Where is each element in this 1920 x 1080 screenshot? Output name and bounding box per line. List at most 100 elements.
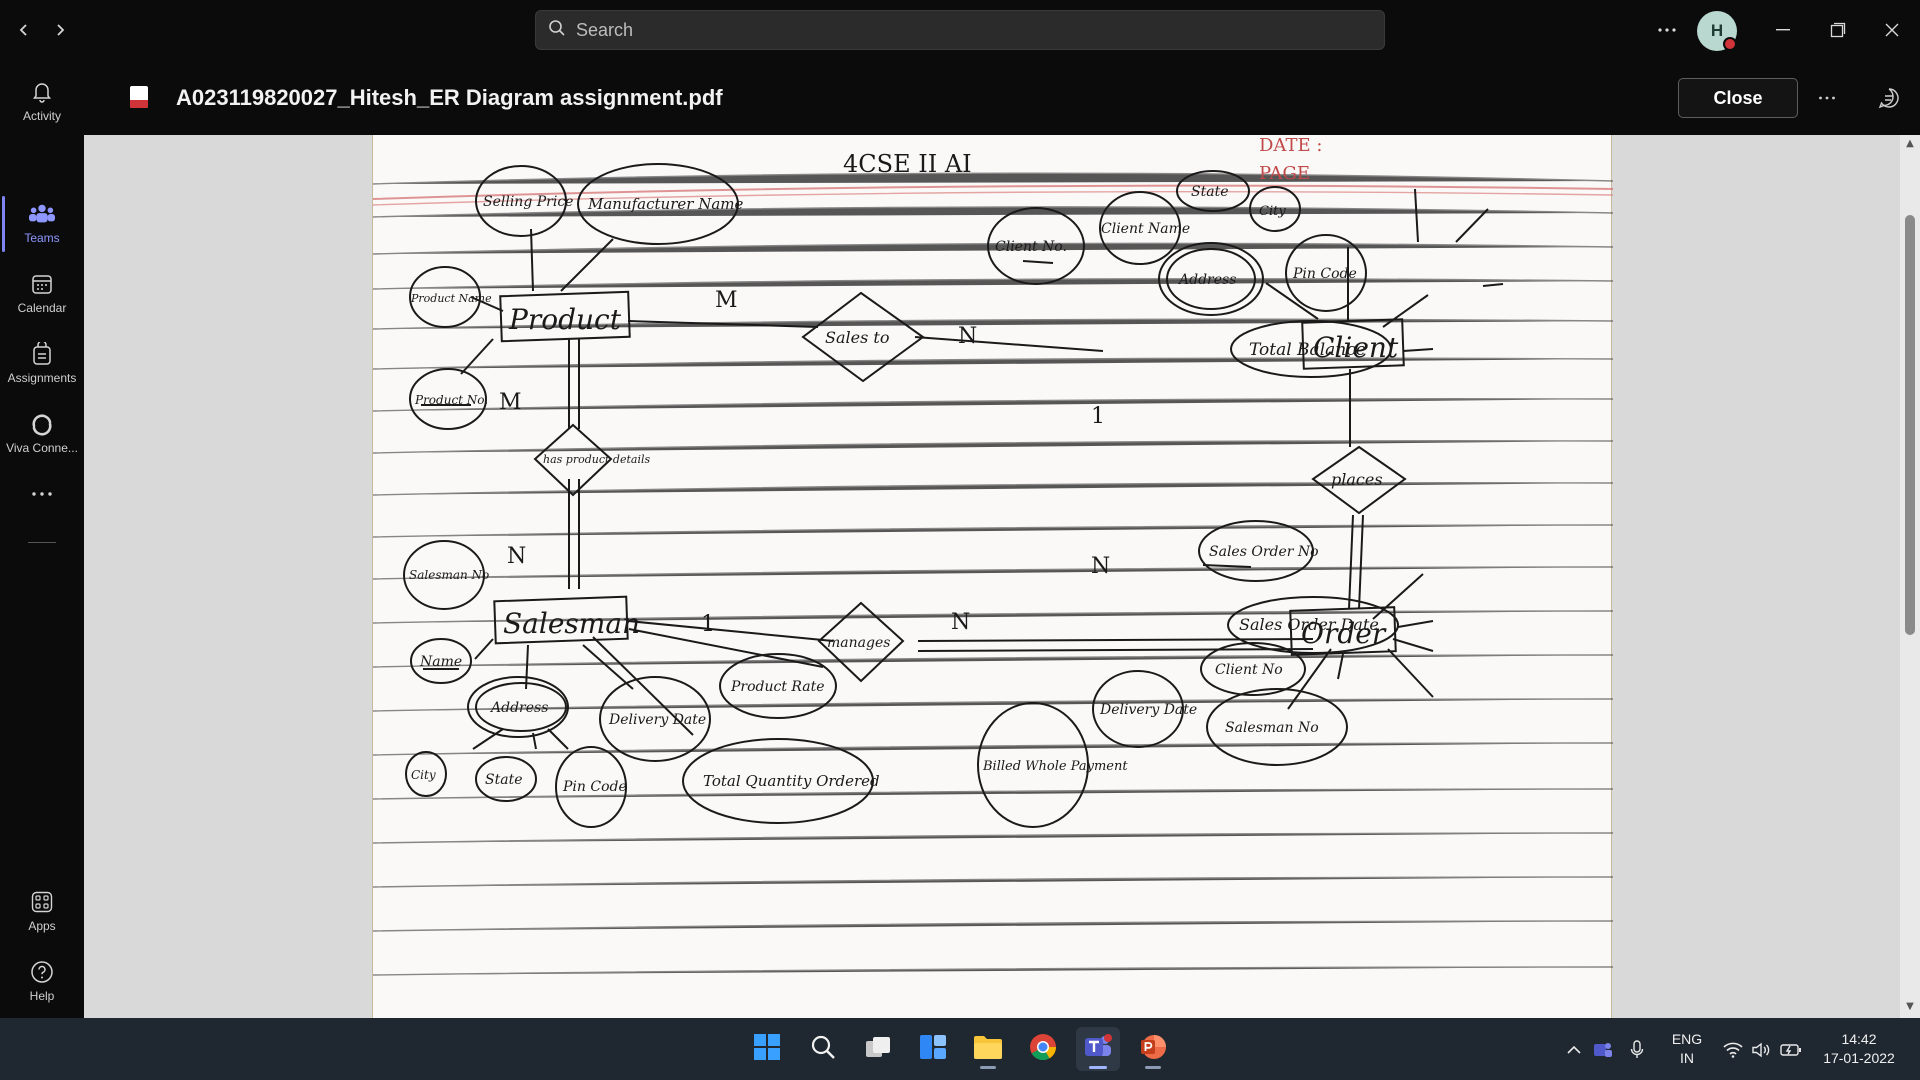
rail-item-calendar[interactable]: Calendar bbox=[0, 260, 84, 326]
cardinality-label: M bbox=[499, 390, 522, 415]
time-label: 14:42 bbox=[1841, 1031, 1877, 1047]
clock[interactable]: 14:42 17-01-2022 bbox=[1818, 1030, 1900, 1068]
search-icon bbox=[548, 19, 566, 41]
attribute-label: Salesman No bbox=[1225, 720, 1319, 736]
page-label: PAGE bbox=[1259, 163, 1310, 184]
attribute-label: Client No. bbox=[995, 239, 1067, 255]
date-label: DATE : bbox=[1259, 135, 1322, 156]
cardinality-label: M bbox=[715, 288, 738, 313]
er-diagram: 4CSE II AI DATE : PAGE Product Client Sa… bbox=[372, 135, 1614, 976]
rail-item-label: Apps bbox=[28, 919, 56, 933]
attribute-label: Delivery Date bbox=[1099, 702, 1197, 718]
file-explorer-button[interactable] bbox=[966, 1027, 1010, 1071]
attribute-label: Address bbox=[489, 700, 548, 716]
attribute-label: Total Balance bbox=[1249, 340, 1366, 360]
pdf-file-icon bbox=[130, 86, 148, 108]
minimize-icon[interactable] bbox=[1763, 12, 1803, 48]
search-bar[interactable]: Search bbox=[535, 10, 1385, 50]
back-arrow-icon[interactable] bbox=[8, 14, 40, 46]
windows-logo-icon bbox=[753, 1033, 781, 1065]
app-rail: Activity Teams Calendar Assignments Viva… bbox=[0, 60, 84, 1018]
widgets-button[interactable] bbox=[911, 1027, 955, 1071]
attribute-label: Pin Code bbox=[1292, 266, 1357, 282]
attribute-label: State bbox=[1191, 184, 1228, 200]
windows-taskbar: ENG IN 14:42 17-01-2022 bbox=[0, 1018, 1920, 1080]
viva-icon bbox=[29, 411, 55, 437]
folder-icon bbox=[973, 1034, 1003, 1064]
relationship-label: places bbox=[1331, 470, 1383, 489]
cardinality-label: N bbox=[507, 544, 526, 569]
teams-taskbar-button[interactable] bbox=[1076, 1027, 1120, 1071]
chat-icon[interactable] bbox=[1873, 82, 1905, 114]
task-view-button[interactable] bbox=[856, 1027, 900, 1071]
attribute-label: State bbox=[485, 772, 522, 788]
relationship-label: has product details bbox=[543, 453, 650, 466]
scroll-thumb[interactable] bbox=[1905, 215, 1915, 635]
teams-tray-icon[interactable] bbox=[1592, 1040, 1614, 1060]
attribute-label: City bbox=[411, 768, 436, 782]
attribute-label: Product Rate bbox=[730, 679, 825, 695]
vertical-scrollbar[interactable]: ▲ ▼ bbox=[1900, 135, 1920, 1018]
cardinality-label: 1 bbox=[1091, 404, 1105, 429]
rail-item-viva-connections[interactable]: Viva Conne... bbox=[0, 400, 84, 466]
close-document-button[interactable]: Close bbox=[1678, 78, 1798, 118]
chrome-icon bbox=[1029, 1033, 1057, 1065]
rail-item-activity[interactable]: Activity bbox=[0, 68, 84, 134]
attribute-label: Salesman No bbox=[409, 568, 489, 582]
attribute-label: Address bbox=[1177, 272, 1236, 288]
attribute-label: Billed Whole Payment bbox=[982, 759, 1128, 774]
scroll-down-icon[interactable]: ▼ bbox=[1903, 1001, 1917, 1015]
language-indicator[interactable]: ENG IN bbox=[1670, 1030, 1704, 1068]
more-options-icon[interactable] bbox=[1647, 12, 1687, 48]
restore-icon[interactable] bbox=[1818, 12, 1858, 48]
apps-icon bbox=[29, 889, 55, 915]
more-options-icon[interactable] bbox=[1811, 82, 1843, 114]
attribute-label: Product No. bbox=[414, 393, 488, 407]
more-dots-icon bbox=[29, 481, 55, 507]
teams-icon bbox=[29, 201, 55, 227]
pdf-viewer[interactable]: 4CSE II AI DATE : PAGE Product Client Sa… bbox=[84, 135, 1920, 1018]
rail-item-label: Viva Conne... bbox=[6, 441, 78, 455]
attribute-label: City bbox=[1259, 204, 1286, 219]
rail-item-label: Teams bbox=[24, 231, 60, 245]
rail-item-label: Calendar bbox=[17, 301, 67, 315]
bell-icon bbox=[29, 79, 55, 105]
rail-more-button[interactable] bbox=[0, 472, 84, 516]
rail-divider bbox=[28, 542, 56, 543]
wifi-icon[interactable] bbox=[1722, 1040, 1744, 1060]
attribute-label: Sales Order No bbox=[1209, 544, 1319, 560]
calendar-icon bbox=[29, 271, 55, 297]
presence-status-icon bbox=[1723, 37, 1737, 51]
language-label: ENG bbox=[1671, 1031, 1703, 1047]
region-label: IN bbox=[1680, 1050, 1694, 1066]
microphone-icon[interactable] bbox=[1626, 1040, 1648, 1060]
rail-item-apps[interactable]: Apps bbox=[0, 878, 84, 944]
scroll-up-icon[interactable]: ▲ bbox=[1903, 138, 1917, 152]
rail-item-help[interactable]: Help bbox=[0, 948, 84, 1014]
powerpoint-button[interactable] bbox=[1131, 1027, 1175, 1071]
chrome-button[interactable] bbox=[1021, 1027, 1065, 1071]
attribute-label: Delivery Date bbox=[608, 712, 706, 728]
start-button[interactable] bbox=[745, 1027, 789, 1071]
attribute-label: Product Name bbox=[410, 292, 492, 305]
show-hidden-icons-chevron-icon[interactable] bbox=[1563, 1040, 1585, 1060]
title-bar: Search H bbox=[0, 0, 1920, 60]
date-label: 17-01-2022 bbox=[1823, 1050, 1895, 1066]
volume-icon[interactable] bbox=[1750, 1040, 1772, 1060]
close-window-icon[interactable] bbox=[1872, 12, 1912, 48]
forward-arrow-icon[interactable] bbox=[44, 14, 76, 46]
attribute-label: Name bbox=[419, 654, 462, 670]
battery-icon[interactable] bbox=[1780, 1040, 1802, 1060]
attribute-label: Pin Code bbox=[562, 779, 627, 795]
pdf-page: 4CSE II AI DATE : PAGE Product Client Sa… bbox=[372, 135, 1614, 1018]
attribute-label: Client Name bbox=[1101, 221, 1190, 237]
entity-label: Product bbox=[508, 303, 622, 336]
search-taskbar-button[interactable] bbox=[801, 1027, 845, 1071]
document-header: A023119820027_Hitesh_ER Diagram assignme… bbox=[84, 60, 1920, 135]
cardinality-label: N bbox=[951, 610, 970, 635]
rail-item-teams[interactable]: Teams bbox=[0, 190, 84, 256]
relationship-label: manages bbox=[827, 635, 890, 651]
rail-item-assignments[interactable]: Assignments bbox=[0, 330, 84, 396]
help-icon bbox=[29, 959, 55, 985]
attribute-label: Sales Order Date bbox=[1239, 615, 1379, 634]
